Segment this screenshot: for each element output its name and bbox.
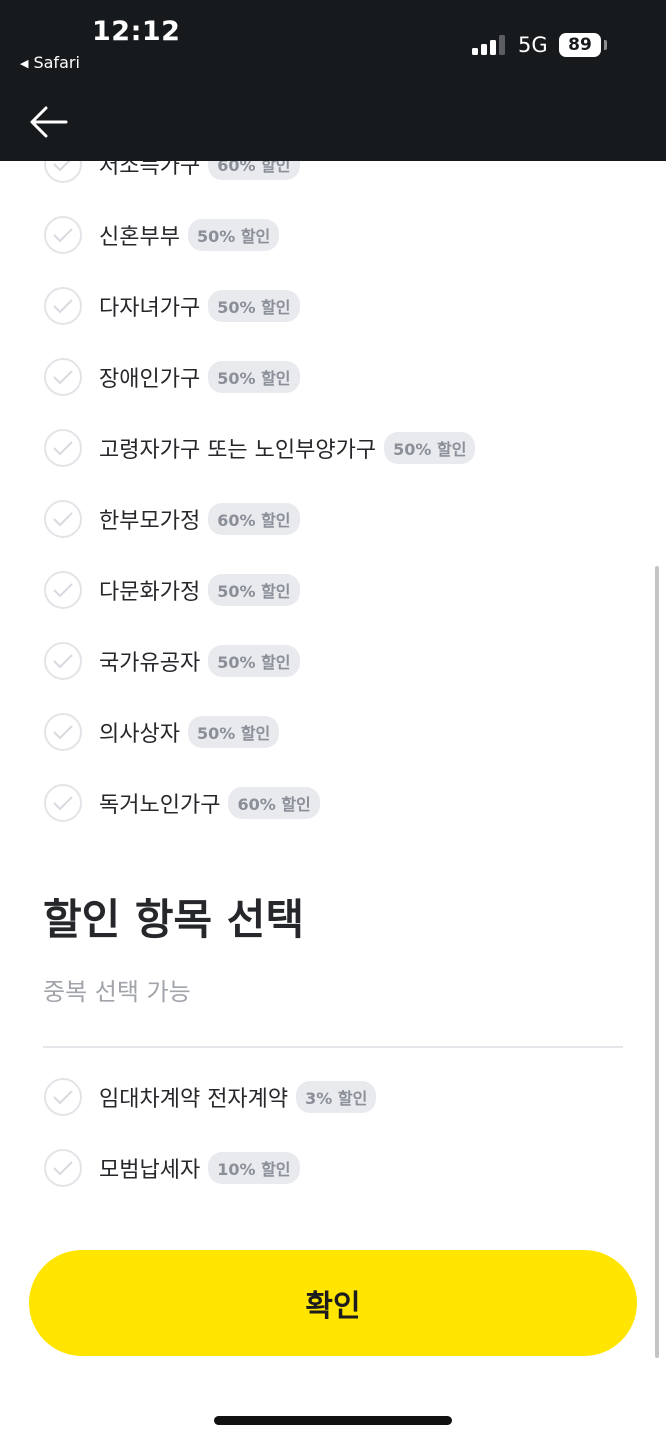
discount-badge: 3% 할인 — [296, 1081, 377, 1113]
list-item[interactable]: 다자녀가구 50% 할인 — [44, 286, 300, 326]
list-item[interactable]: 의사상자 50% 할인 — [44, 712, 280, 752]
list-item[interactable]: 신혼부부 50% 할인 — [44, 215, 280, 255]
discount-badge: 50% 할인 — [208, 645, 300, 677]
home-indicator — [214, 1416, 452, 1425]
item-label: 고령자가구 또는 노인부양가구 — [99, 438, 377, 463]
item-label: 다문화가정 — [99, 580, 201, 605]
list-item[interactable]: 장애인가구 50% 할인 — [44, 357, 300, 397]
back-arrow-icon — [30, 106, 68, 138]
network-label: 5G — [518, 33, 548, 57]
status-time: 12:12 — [92, 16, 181, 47]
list-item[interactable]: 다문화가정 50% 할인 — [44, 570, 300, 610]
discount-list: 저소득가구 60% 할인 신혼부부 50% 할인 다자녀가구 50% 할인 장애… — [0, 0, 666, 1440]
check-icon[interactable] — [44, 1149, 82, 1187]
scrollbar[interactable] — [655, 566, 659, 1358]
discount-badge: 50% 할인 — [187, 716, 280, 748]
discount-badge: 50% 할인 — [187, 219, 280, 251]
back-app-label: Safari — [33, 53, 80, 72]
check-icon[interactable] — [44, 358, 82, 396]
discount-badge: 50% 할인 — [208, 574, 300, 606]
check-icon[interactable] — [44, 713, 82, 751]
item-label: 장애인가구 — [99, 367, 201, 392]
back-to-app-link[interactable]: ◀ Safari — [20, 53, 80, 72]
battery-icon: 89 — [559, 33, 601, 57]
discount-badge: 10% 할인 — [208, 1152, 300, 1184]
check-icon[interactable] — [44, 784, 82, 822]
item-label: 임대차계약 전자계약 — [99, 1087, 289, 1112]
signal-icon — [472, 35, 506, 55]
list-item[interactable]: 모범납세자 10% 할인 — [44, 1148, 300, 1188]
discount-badge: 50% 할인 — [208, 290, 300, 322]
check-icon[interactable] — [44, 429, 82, 467]
divider — [43, 1046, 623, 1048]
item-label: 모범납세자 — [99, 1158, 201, 1183]
header: 12:12 ◀ Safari 5G 89 — [0, 0, 666, 161]
check-icon[interactable] — [44, 216, 82, 254]
confirm-button[interactable]: 확인 — [29, 1250, 637, 1356]
section-subtitle: 중복 선택 가능 — [43, 978, 191, 1006]
item-label: 다자녀가구 — [99, 296, 201, 321]
back-triangle-icon: ◀ — [20, 57, 29, 70]
discount-badge: 60% 할인 — [228, 787, 320, 819]
list-item[interactable]: 독거노인가구 60% 할인 — [44, 783, 320, 823]
back-button[interactable] — [26, 100, 76, 144]
battery-cap — [604, 40, 607, 50]
discount-badge: 60% 할인 — [208, 503, 300, 535]
item-label: 독거노인가구 — [99, 793, 221, 818]
discount-badge: 50% 할인 — [208, 361, 300, 393]
check-icon[interactable] — [44, 571, 82, 609]
list-item[interactable]: 고령자가구 또는 노인부양가구 50% 할인 — [44, 428, 476, 468]
item-label: 한부모가정 — [99, 509, 201, 534]
list-item[interactable]: 임대차계약 전자계약 3% 할인 — [44, 1077, 377, 1117]
item-label: 국가유공자 — [99, 651, 201, 676]
section-title: 할인 항목 선택 — [43, 895, 305, 944]
list-item[interactable]: 국가유공자 50% 할인 — [44, 641, 300, 681]
check-icon[interactable] — [44, 500, 82, 538]
check-icon[interactable] — [44, 1078, 82, 1116]
check-icon[interactable] — [44, 642, 82, 680]
list-item[interactable]: 한부모가정 60% 할인 — [44, 499, 300, 539]
discount-badge: 50% 할인 — [384, 432, 476, 464]
item-label: 의사상자 — [99, 722, 180, 747]
check-icon[interactable] — [44, 287, 82, 325]
item-label: 신혼부부 — [99, 225, 180, 250]
